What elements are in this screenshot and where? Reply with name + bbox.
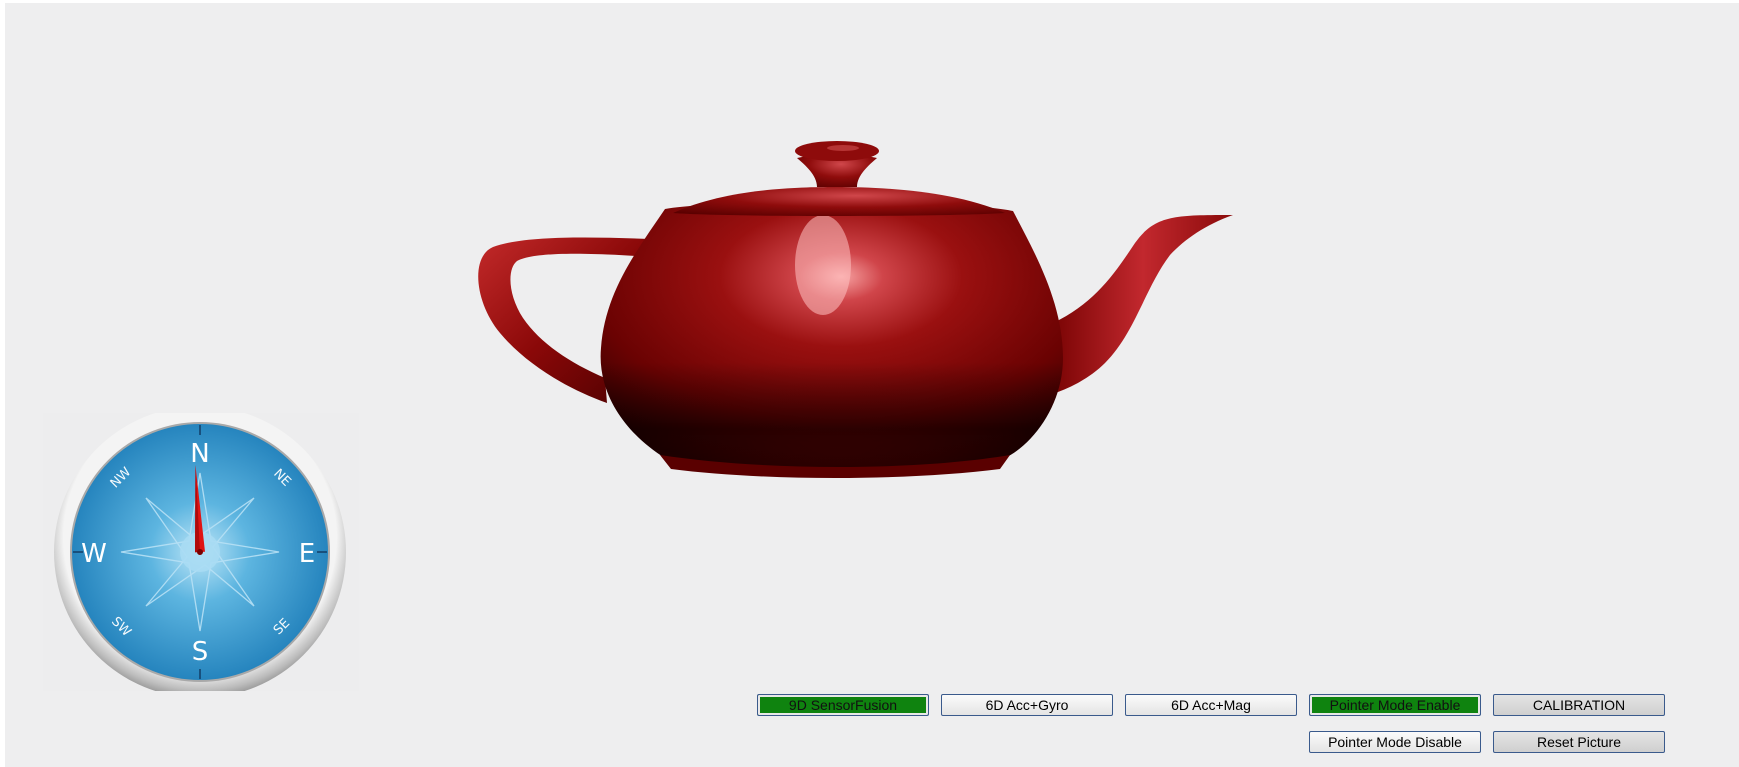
teapot-lid: [673, 187, 1005, 216]
acc-gyro-6d-button[interactable]: 6D Acc+Gyro: [941, 694, 1113, 716]
reset-picture-button[interactable]: Reset Picture: [1493, 731, 1665, 753]
teapot-spout: [1053, 215, 1233, 393]
pointer-mode-enable-button[interactable]: Pointer Mode Enable: [1309, 694, 1481, 716]
compass-needle: [195, 465, 205, 555]
compass-widget: N S E W NW NE SW SE: [43, 413, 359, 691]
3d-viewport[interactable]: N S E W NW NE SW SE 9D SensorFusion 6D A…: [5, 3, 1739, 767]
pointer-mode-disable-button[interactable]: Pointer Mode Disable: [1309, 731, 1481, 753]
calibration-button[interactable]: CALIBRATION: [1493, 694, 1665, 716]
teapot-lid-knob-top: [795, 141, 879, 161]
teapot-highlight: [795, 215, 851, 315]
acc-mag-6d-button[interactable]: 6D Acc+Mag: [1125, 694, 1297, 716]
sensor-fusion-9d-button[interactable]: 9D SensorFusion: [757, 694, 929, 716]
